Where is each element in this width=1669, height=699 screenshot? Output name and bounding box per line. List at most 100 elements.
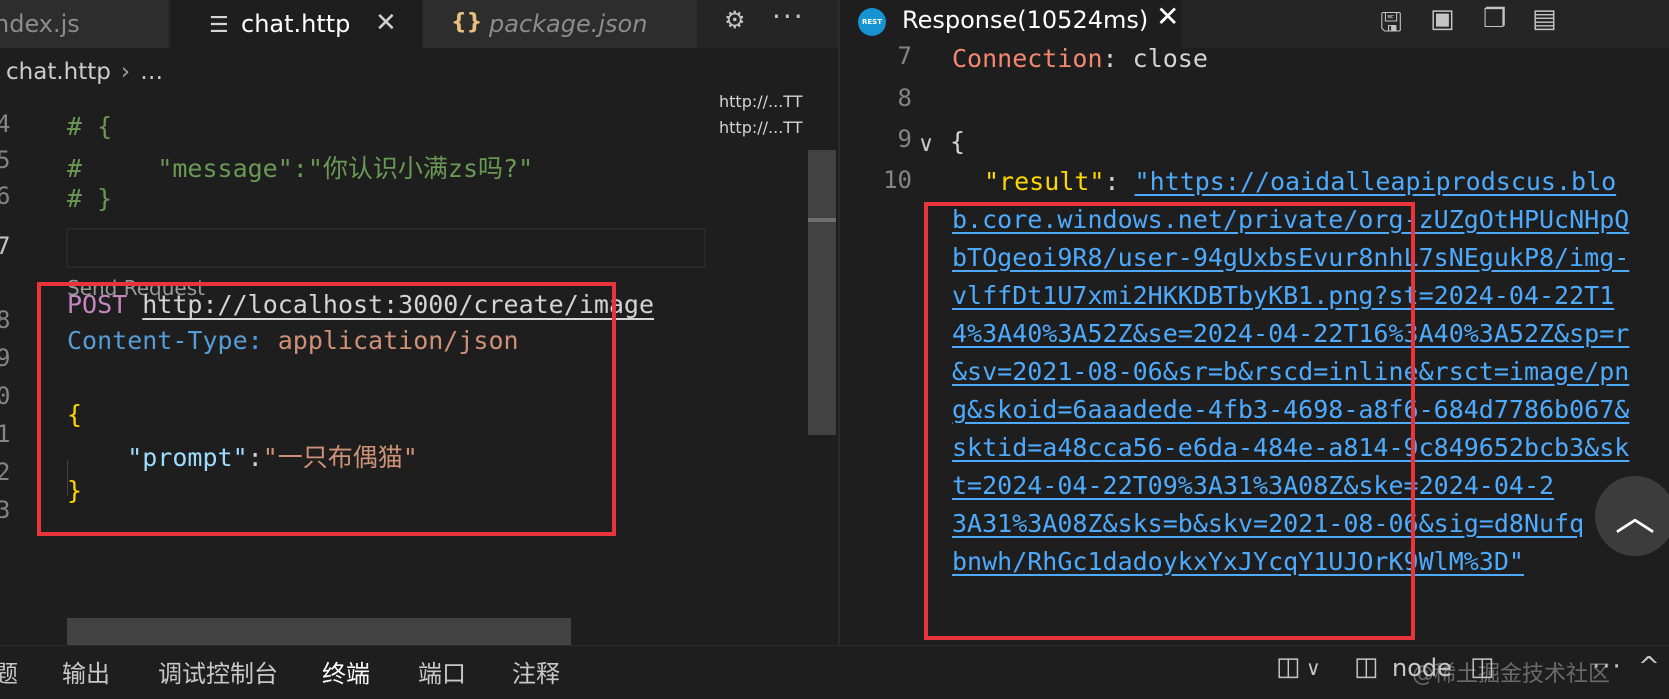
tab-package-json[interactable]: {} package.json	[423, 0, 697, 48]
body-value: "一只布偶猫"	[262, 443, 418, 472]
minimap-line: http://...TTI	[719, 92, 803, 111]
response-pane: REST Response(10524ms) ✕ 🖫 ▣ ❐ ▤ 7 8 9 1…	[840, 0, 1669, 645]
line-number: 7	[0, 232, 11, 260]
save-body-icon[interactable]: ▣	[1430, 4, 1455, 34]
more-actions-icon[interactable]: ···	[772, 0, 805, 33]
scroll-to-top-button[interactable]: ︿	[1595, 476, 1669, 556]
line-number: 6	[0, 182, 11, 210]
tab-comments[interactable]: 注释	[512, 654, 560, 689]
body-key: "prompt"	[127, 443, 248, 472]
line-number: 8	[897, 84, 912, 112]
header-value: application/json	[277, 326, 519, 355]
result-url-wrap[interactable]: &sv=2021-08-06&sr=b&rscd=inline&rsct=ima…	[952, 357, 1629, 386]
line-number: 0	[0, 382, 11, 410]
result-url-wrap[interactable]: bTOgeoi9R8/user-94gUxbsEvur8nhL7sNEgukP8…	[952, 243, 1629, 272]
body-open-brace[interactable]: {	[67, 400, 82, 429]
tab-output[interactable]: 输出	[62, 654, 110, 689]
code-line-comment[interactable]: # "message":"你认识小满zs吗?"	[67, 149, 533, 185]
scrollbar-cursor-marker	[808, 218, 836, 222]
panel-tab-bar: 题 输出 调试控制台 终端 端口 注释 ◫ ∨ ◫ node ◫ @稀土掘金技术…	[0, 645, 1669, 699]
result-key: "result"	[984, 167, 1105, 196]
tab-problems[interactable]: 题	[0, 654, 18, 689]
tab-debug-console[interactable]: 调试控制台	[158, 654, 278, 689]
result-url-wrap[interactable]: g&skoid=6aaadede-4fb3-4698-a8f6-684d7786…	[952, 395, 1629, 424]
line-number: 7	[897, 42, 912, 70]
vertical-scrollbar[interactable]	[808, 150, 836, 435]
code-line-comment[interactable]: # }	[67, 184, 112, 213]
comment-value: "你认识小满zs吗?"	[307, 154, 534, 183]
result-url-wrap[interactable]: b.core.windows.net/private/org-zUZgOtHPU…	[952, 205, 1629, 234]
chevron-up-icon: ︿	[1615, 494, 1655, 540]
split-editor-icon[interactable]: ▤	[1532, 4, 1557, 34]
response-header-value: close	[1132, 44, 1208, 73]
line-number: 8	[0, 306, 11, 334]
more-actions-icon[interactable]: ···	[1592, 652, 1623, 682]
request-url[interactable]: http://localhost:3000/create/image	[142, 290, 654, 319]
save-icon[interactable]: 🖫	[1380, 4, 1402, 48]
tab-index-js[interactable]: ndex.js	[0, 0, 170, 48]
breadcrumb-symbol[interactable]: …	[140, 59, 163, 85]
result-url-wrap[interactable]: vlffDt1U7xmi2HKKDBTbyKB1.png?st=2024-04-…	[952, 281, 1614, 310]
editor-tab-bar: ndex.js ☰ chat.http ✕ {} package.json ⚙ …	[0, 0, 838, 48]
close-icon[interactable]: ✕	[375, 8, 397, 38]
result-url-wrap[interactable]: sktid=a48cca56-e6da-484e-a814-9c849652bc…	[952, 433, 1629, 462]
minimap-line: http://...TTI	[719, 118, 803, 137]
line-number: 9	[897, 125, 912, 153]
tab-label: package.json	[489, 10, 648, 38]
file-lines-icon: ☰	[209, 13, 229, 38]
watermark: @稀土掘金技术社区	[1412, 662, 1611, 687]
body-close-brace[interactable]: }	[67, 476, 82, 505]
tab-ports[interactable]: 端口	[418, 654, 466, 689]
tab-label: ndex.js	[0, 10, 80, 38]
horizontal-scrollbar[interactable]	[67, 618, 571, 645]
http-method: POST	[67, 290, 128, 319]
line-number: 1	[0, 420, 11, 448]
close-icon[interactable]: ✕	[1156, 0, 1179, 33]
request-highlight-box	[37, 282, 616, 536]
body-colon: :	[247, 443, 263, 472]
response-tab-bar: REST Response(10524ms) ✕ 🖫 ▣ ❐ ▤	[840, 0, 1669, 48]
result-url-wrap[interactable]: t=2024-04-22T09%3A31%3A08Z&ske=2024-04-2	[952, 471, 1554, 500]
copy-icon[interactable]: ❐	[1483, 4, 1506, 34]
tab-label: chat.http	[241, 10, 351, 38]
request-line[interactable]: POST http://localhost:3000/create/image	[67, 290, 654, 319]
comment-hash: #	[67, 154, 83, 183]
line-number: 9	[0, 344, 11, 372]
body-line[interactable]: "prompt":"一只布偶猫"	[67, 438, 418, 474]
line-number: 4	[0, 110, 11, 138]
tab-label: Response(10524ms)	[902, 6, 1149, 34]
line-number: 10	[883, 166, 912, 194]
comment-colon: :	[292, 154, 308, 183]
response-header-key: Connection	[952, 44, 1103, 73]
header-key: Content-Type:	[67, 326, 263, 355]
gear-icon[interactable]: ⚙	[724, 6, 746, 34]
chevron-down-icon[interactable]: ∨	[918, 132, 934, 157]
result-url-wrap[interactable]: bnwh/RhGc1dadoykxYxJYcqY1UJOrK9WlM%3D"	[952, 547, 1524, 576]
terminal-split-icon[interactable]: ◫	[1354, 652, 1379, 682]
tab-chat-http[interactable]: ☰ chat.http ✕	[171, 0, 422, 48]
chevron-up-icon[interactable]: ^	[1638, 652, 1660, 682]
split-panel-icon[interactable]: ◫	[1276, 652, 1301, 682]
comment-key: "message"	[157, 154, 293, 183]
breadcrumb: chat.http › …	[0, 52, 838, 92]
header-line[interactable]: Content-Type: application/json	[67, 326, 519, 355]
result-url[interactable]: "https://oaidalleapiprodscus.blo	[1135, 167, 1617, 196]
result-url-wrap[interactable]: 3A31%3A08Z&sks=b&skv=2021-08-06&sig=d8Nu…	[952, 509, 1584, 538]
breadcrumb-file[interactable]: chat.http	[6, 59, 111, 85]
chevron-down-icon[interactable]: ∨	[1306, 656, 1321, 680]
line-number: 5	[0, 146, 11, 174]
json-braces-icon: {}	[451, 10, 483, 35]
code-line-comment[interactable]: # {	[67, 112, 112, 141]
result-line[interactable]: "result": "https://oaidalleapiprodscus.b…	[984, 167, 1616, 196]
tab-terminal[interactable]: 终端	[322, 654, 370, 689]
response-header-sep: :	[1102, 44, 1118, 73]
minimap[interactable]: http://...TTI http://...TTI	[712, 92, 808, 645]
current-line-highlight[interactable]	[66, 228, 706, 268]
chevron-right-icon: ›	[120, 59, 131, 85]
response-header-line[interactable]: Connection: close	[952, 44, 1208, 73]
line-number: 2	[0, 458, 11, 486]
response-open-brace[interactable]: {	[950, 127, 965, 156]
result-url-wrap[interactable]: 4%3A40%3A52Z&se=2024-04-22T16%3A40%3A52Z…	[952, 319, 1629, 348]
tab-response[interactable]: REST Response(10524ms) ✕	[840, 0, 1182, 48]
rest-client-icon: REST	[858, 8, 886, 36]
